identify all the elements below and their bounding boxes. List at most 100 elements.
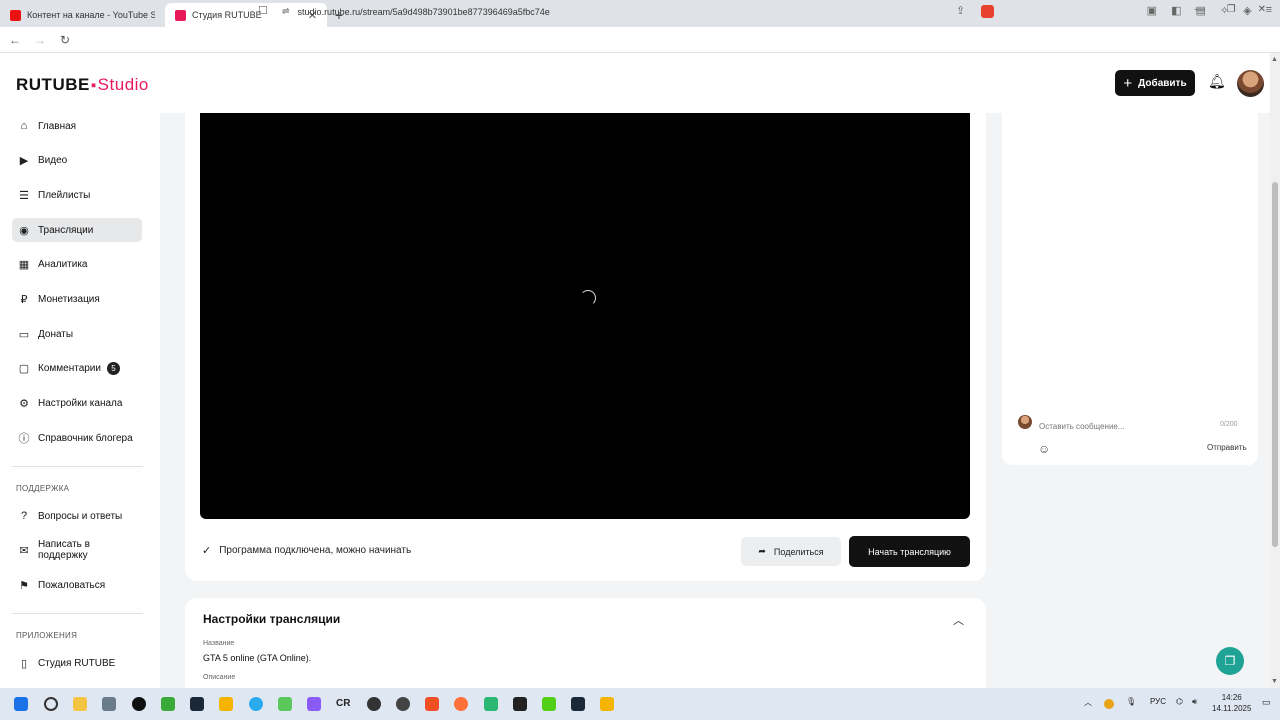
chat-char-counter: 0/200 xyxy=(1220,421,1238,428)
address-bar: ← → ↻ xyxy=(0,27,1280,53)
home-icon: ⌂ xyxy=(20,120,28,132)
sidebar-item-label: Аналитика xyxy=(38,258,88,270)
chat-message-input[interactable] xyxy=(1039,418,1245,434)
name-value[interactable]: GTA 5 online (GTA Online). xyxy=(203,653,311,663)
sidebar-item-comments[interactable]: ▢ Комментарии 5 xyxy=(12,356,142,380)
sidebar-item-donations[interactable]: ▭ Донаты xyxy=(12,322,142,346)
tab-title: Контент на канале - YouTube Studio xyxy=(27,10,155,20)
microphone-icon[interactable]: 🎙︎ xyxy=(1126,697,1136,706)
volume-icon[interactable]: 🔊︎ xyxy=(1192,697,1197,707)
site-info-icon[interactable]: ⇌ xyxy=(282,6,290,17)
obs-icon[interactable] xyxy=(132,697,146,711)
send-button[interactable]: Отправить xyxy=(1207,443,1247,452)
sidebar-item-faq[interactable]: ? Вопросы и ответы xyxy=(12,504,142,528)
app-icon[interactable] xyxy=(513,697,527,711)
sidebar-item-broadcasts[interactable]: ◉ Трансляции xyxy=(12,218,142,242)
rockstar-icon[interactable] xyxy=(600,697,614,711)
broadcast-icon: ◉ xyxy=(19,224,29,237)
sidebar-item-contact-support[interactable]: ✉ Написать в поддержку xyxy=(12,538,142,562)
support-chat-button[interactable]: ❐ xyxy=(1216,647,1244,675)
forward-icon[interactable]: → xyxy=(30,30,50,50)
add-button[interactable]: + Добавить xyxy=(1115,70,1195,96)
brave-icon[interactable] xyxy=(425,697,439,711)
emoji-icon[interactable]: ☺ xyxy=(1038,442,1050,456)
browser-tab-youtube[interactable]: Контент на канале - YouTube Studio xyxy=(0,3,165,27)
tray-app-icon[interactable] xyxy=(1104,699,1114,709)
url-field[interactable]: ⇌ studio.rutube.ru/stream/5a9d498b73901b… xyxy=(282,6,550,17)
sidebar-item-label: Донаты xyxy=(38,328,74,340)
notifications-icon[interactable]: ▭ xyxy=(1262,697,1271,708)
flag-icon: ⚑ xyxy=(19,579,29,592)
app-icon[interactable] xyxy=(102,697,116,711)
settings-title: Настройки трансляции xyxy=(203,612,341,626)
telegram-icon[interactable] xyxy=(249,697,263,711)
sidebar-divider xyxy=(12,466,143,467)
rutube-studio-logo[interactable]: RUTUBE ▪ Studio xyxy=(16,75,149,95)
sidebar-item-report[interactable]: ⚑ Пожаловаться xyxy=(12,573,142,597)
description-label: Описание xyxy=(203,674,236,681)
video-player[interactable] xyxy=(200,113,970,519)
wallet-icon[interactable]: ▤ xyxy=(1195,4,1205,17)
steam-icon[interactable] xyxy=(190,697,204,711)
app-icon[interactable] xyxy=(542,697,556,711)
chevron-up-icon[interactable]: ︿ xyxy=(953,612,964,628)
leo-icon[interactable]: ✧ xyxy=(1220,4,1229,17)
sidebar-divider xyxy=(12,613,143,614)
rutube-icon xyxy=(175,9,186,21)
sidebar-item-analytics[interactable]: ▦ Аналитика xyxy=(12,252,142,276)
bookmark-icon[interactable]: ☐ xyxy=(258,4,268,17)
app-icon[interactable] xyxy=(278,697,292,711)
sidebar-item-studio-app[interactable]: ▯ Студия RUTUBE xyxy=(12,651,142,675)
sidebar-item-channel-settings[interactable]: ⚙ Настройки канала xyxy=(12,391,142,415)
url-text: studio.rutube.ru/stream/5a9d498b73901be8… xyxy=(297,6,550,17)
avatar[interactable] xyxy=(1237,70,1264,97)
windows-start-icon[interactable] xyxy=(14,697,28,711)
rockstar-icon[interactable] xyxy=(219,697,233,711)
vpn-icon[interactable]: ◈ xyxy=(1243,4,1251,17)
youtube-icon xyxy=(10,9,21,21)
app-icon[interactable] xyxy=(484,697,498,711)
bell-icon[interactable]: 🔔︎ xyxy=(1208,73,1226,90)
browser-toolbar-right: ▣ ◧ ▤ ✧ ◈ ≡ xyxy=(1147,4,1272,17)
system-clock[interactable]: 14:26 14.11.2025 xyxy=(1212,692,1251,714)
brave-shield-icon[interactable] xyxy=(981,5,994,18)
menu-icon[interactable]: ≡ xyxy=(1266,4,1272,17)
reload-icon[interactable]: ↻ xyxy=(55,30,75,50)
share-icon: ➦ xyxy=(758,546,766,556)
share-page-icon[interactable]: ⇪ xyxy=(956,4,965,17)
sidebar-item-blogger-guide[interactable]: ⓘ Справочник блогера xyxy=(12,426,142,450)
file-explorer-icon[interactable] xyxy=(73,697,87,711)
mail-icon: ✉ xyxy=(19,544,29,557)
sidebar-item-monetization[interactable]: ₽ Монетизация xyxy=(12,287,142,311)
sidebar-item-video[interactable]: ▶ Видео xyxy=(12,148,142,172)
scroll-up-icon[interactable]: ▲ xyxy=(1271,56,1278,63)
app-icon[interactable] xyxy=(161,697,175,711)
sidebar-item-label: Трансляции xyxy=(38,224,94,236)
playlist-icon: ☰ xyxy=(19,189,29,202)
firefox-icon[interactable] xyxy=(454,697,468,711)
sidebar-item-home[interactable]: ⌂ Главная xyxy=(12,114,142,138)
sidebar-toggle-icon[interactable]: ◧ xyxy=(1171,4,1181,17)
scroll-down-icon[interactable]: ▼ xyxy=(1271,678,1278,685)
cr-app-icon[interactable]: CR xyxy=(336,698,350,709)
language-indicator[interactable]: РУС xyxy=(1150,697,1166,706)
network-icon[interactable]: ⌬ xyxy=(1176,697,1183,706)
sidebar-item-playlists[interactable]: ☰ Плейлисты xyxy=(12,183,142,207)
search-icon[interactable] xyxy=(44,697,58,711)
chat-panel xyxy=(1002,113,1258,465)
sidebar-item-label: Настройки канала xyxy=(38,397,123,409)
chat-avatar xyxy=(1018,415,1032,429)
back-icon[interactable]: ← xyxy=(5,30,25,50)
share-button[interactable]: ➦ Поделиться xyxy=(741,537,841,566)
scroll-thumb[interactable] xyxy=(1272,182,1278,547)
app-icon[interactable] xyxy=(367,697,381,711)
sidebar-item-label: Справочник блогера xyxy=(38,432,133,444)
monetization-icon: ₽ xyxy=(20,293,28,306)
tray-expand-icon[interactable]: ︿ xyxy=(1084,697,1092,708)
sidebar-item-label: Пожаловаться xyxy=(38,579,106,591)
extensions-icon[interactable]: ▣ xyxy=(1147,4,1157,17)
start-stream-button[interactable]: Начать трансляцию xyxy=(849,536,970,567)
steam-icon[interactable] xyxy=(571,697,585,711)
app-icon[interactable] xyxy=(396,697,410,711)
app-icon[interactable] xyxy=(307,697,321,711)
